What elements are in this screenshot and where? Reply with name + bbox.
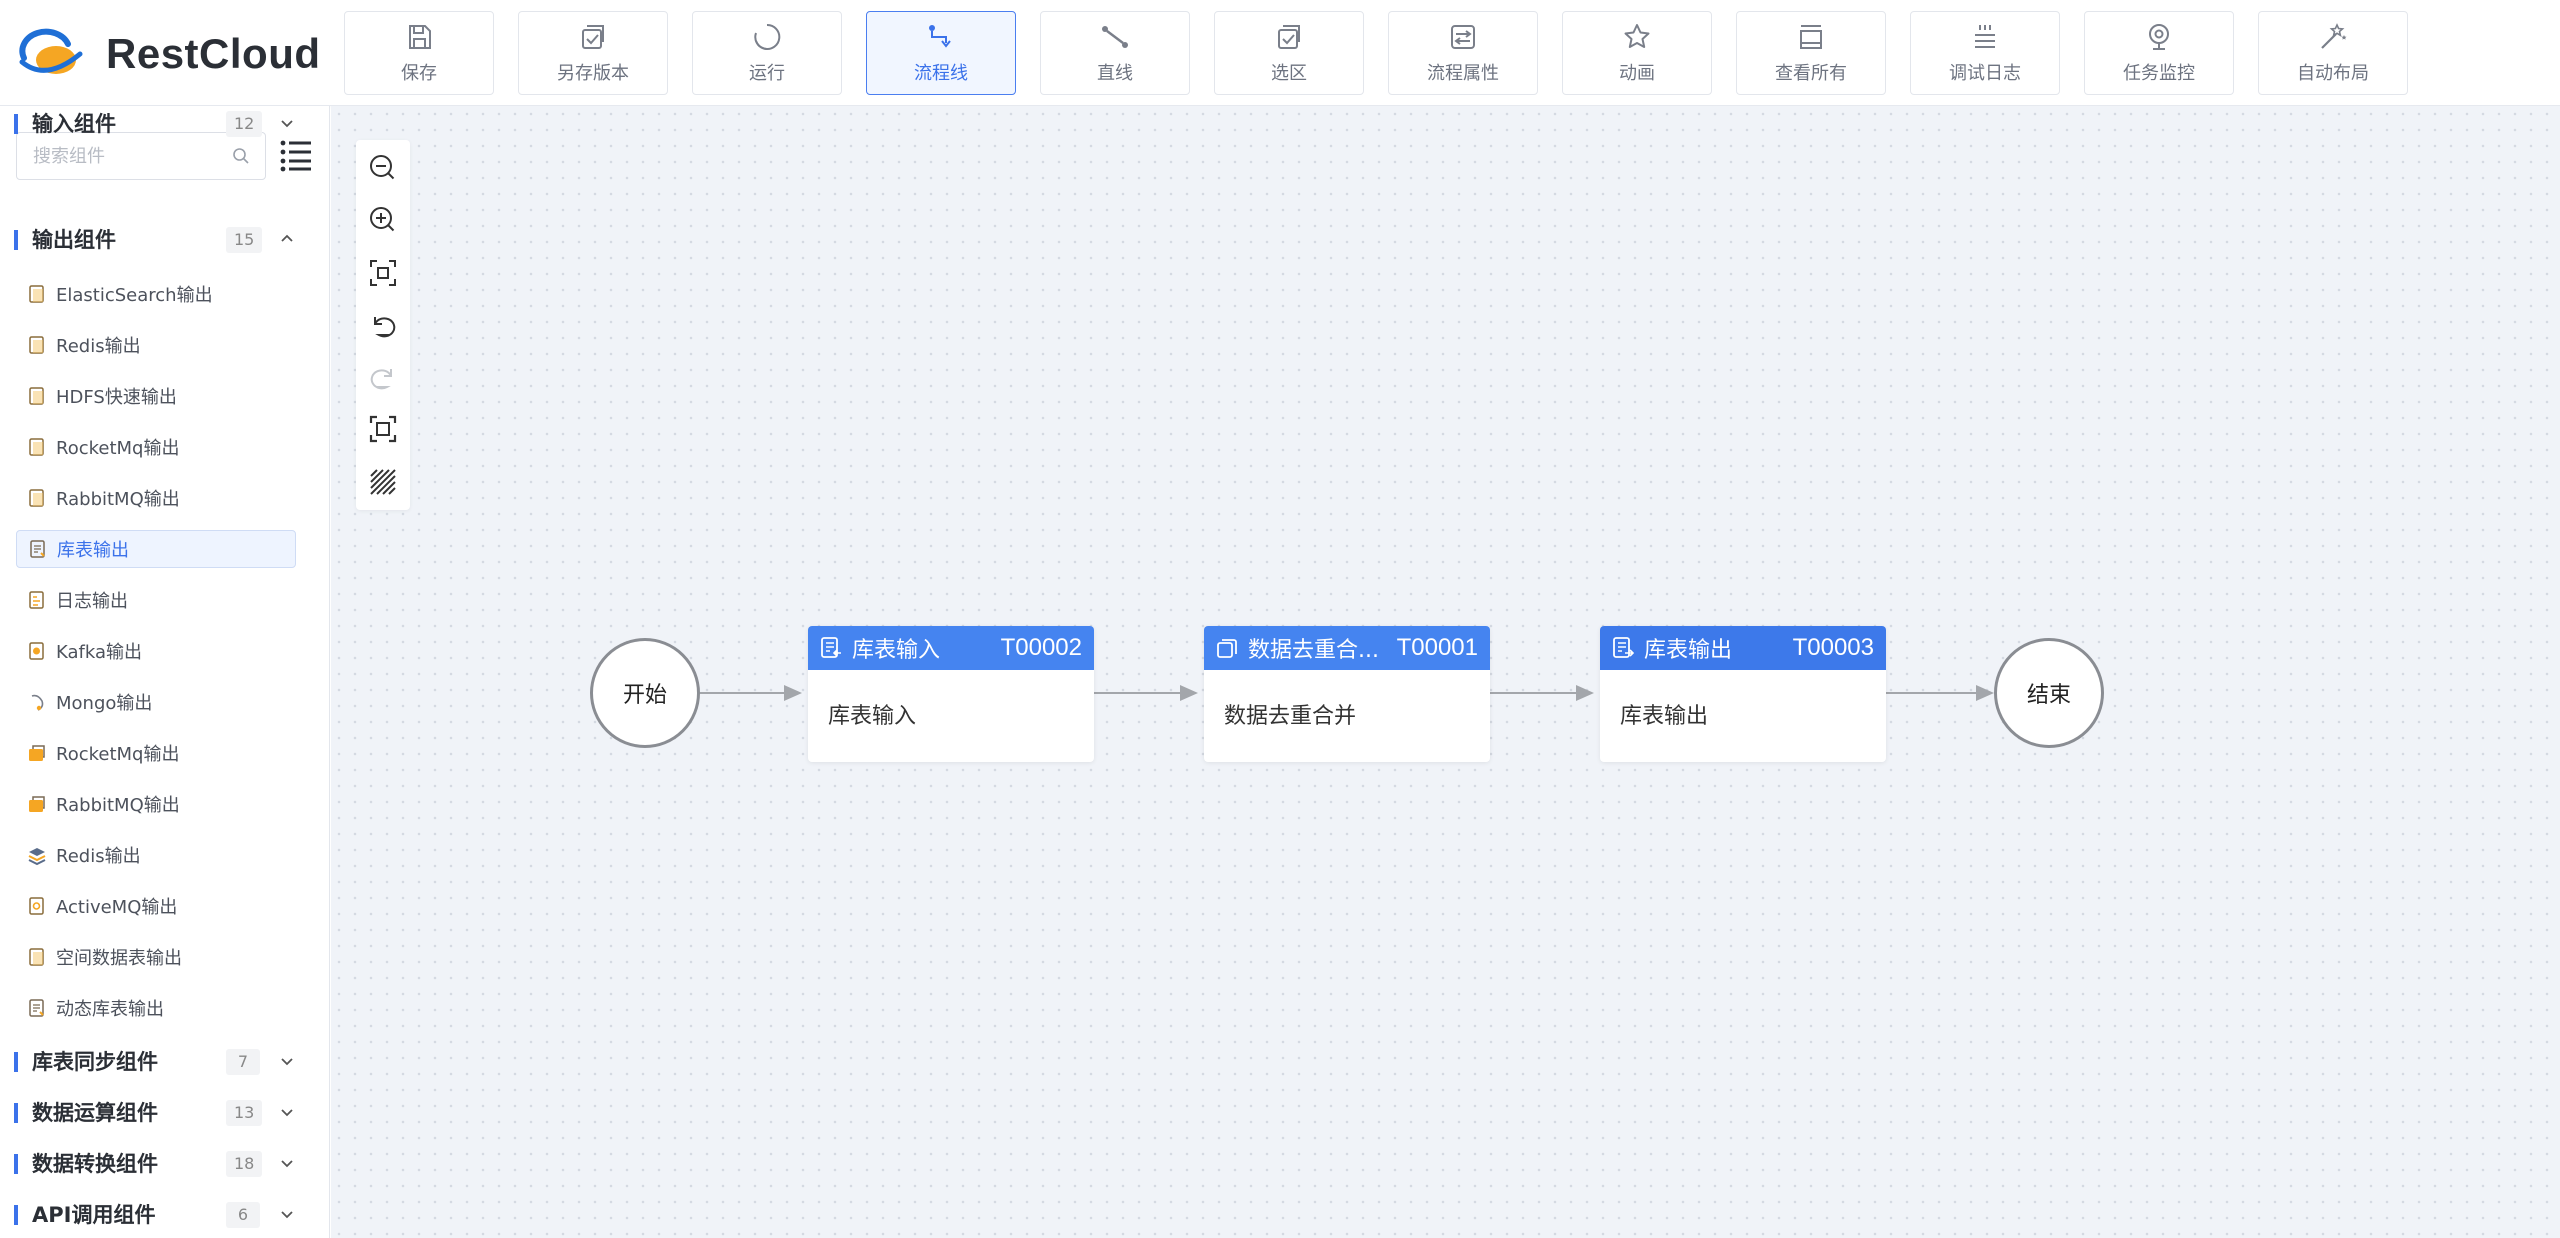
task-node-title: 库表输出 (1644, 638, 1733, 663)
task-node-T00003[interactable]: 库表输出 T00003 库表输出 (1600, 626, 1886, 762)
task-node-header: 库表输出 T00003 (1600, 626, 1886, 670)
edge-T00001-to-T00003[interactable] (1490, 685, 1594, 701)
task-node-body: 库表输入 (828, 704, 917, 729)
table-output-icon (1613, 637, 1635, 658)
task-node-T00001[interactable]: 数据去重合... T00001 数据去重合并 (1204, 626, 1490, 762)
task-node-title: 库表输入 (852, 638, 941, 663)
end-node[interactable]: 结束 (1994, 638, 2104, 748)
flow-edges (700, 685, 1994, 701)
edge-T00003-to-end[interactable] (1886, 685, 1994, 701)
edge-T00002-to-T00001[interactable] (1094, 685, 1198, 701)
task-node-T00002[interactable]: 库表输入 T00002 库表输入 (808, 626, 1094, 762)
task-node-header: 库表输入 T00002 (808, 626, 1094, 670)
table-input-icon (821, 637, 841, 658)
task-node-body: 数据去重合并 (1224, 704, 1357, 729)
edge-start-to-T00002[interactable] (700, 685, 802, 701)
end-node-label: 结束 (2026, 683, 2071, 708)
task-node-id: T00003 (1792, 634, 1874, 661)
task-node-id: T00001 (1396, 634, 1478, 661)
task-node-header: 数据去重合... T00001 (1204, 626, 1490, 670)
start-node-label: 开始 (622, 683, 667, 708)
task-node-title: 数据去重合... (1248, 638, 1379, 663)
merge-icon (1217, 639, 1237, 658)
task-node-body: 库表输出 (1620, 704, 1709, 729)
start-node[interactable]: 开始 (590, 638, 700, 748)
task-node-id: T00002 (1000, 634, 1082, 661)
